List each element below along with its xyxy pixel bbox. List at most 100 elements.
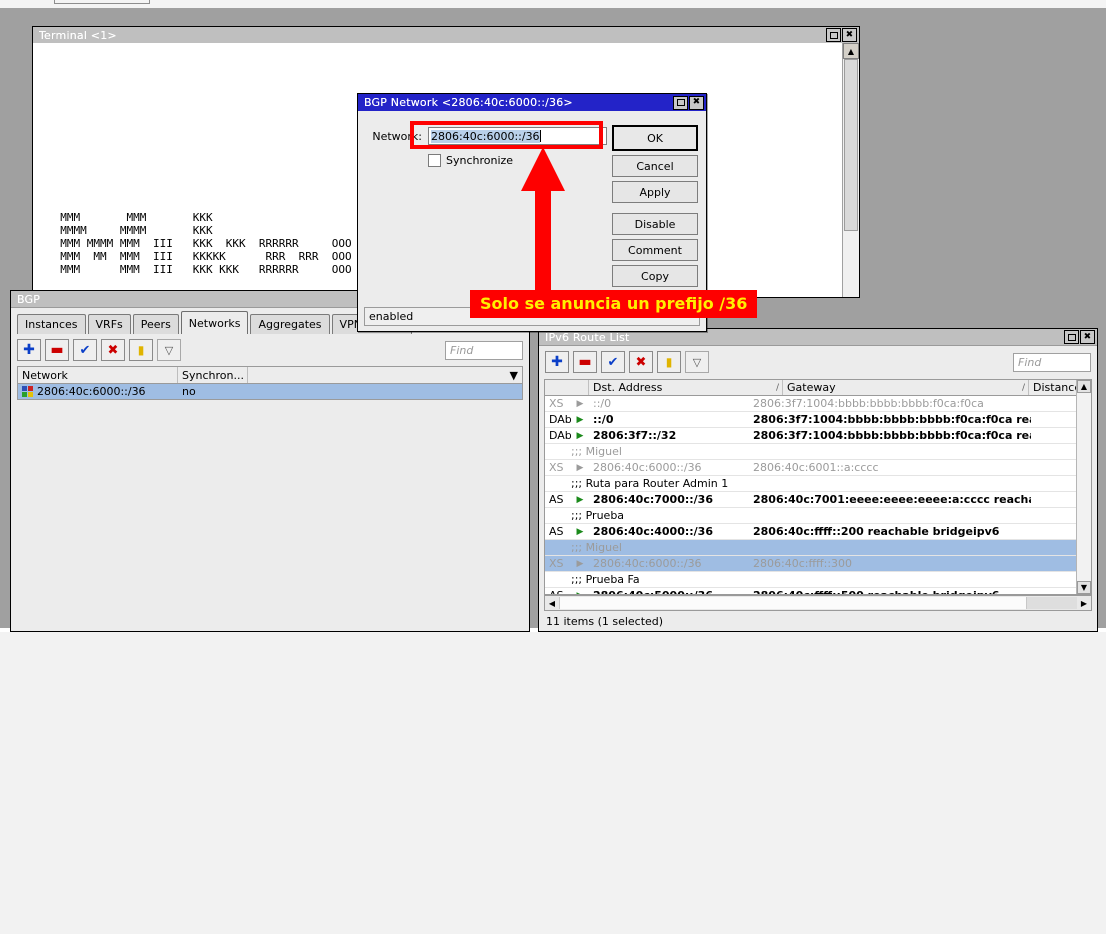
comment-text: ;;; Prueba [545, 509, 1091, 522]
column-synchronize[interactable]: Synchron... [178, 367, 248, 383]
ipv6-vertical-scrollbar[interactable]: ▲ ▼ [1076, 380, 1091, 594]
column-distance[interactable]: Distance [1029, 380, 1075, 395]
cell-dst-address: 2806:3f7::/32 [589, 429, 749, 442]
cell-dst-address: ::/0 [589, 397, 749, 410]
scroll-left-icon[interactable]: ◀ [545, 597, 559, 609]
comment-row[interactable]: ;;; Miguel [545, 540, 1091, 556]
annotation-arrow [520, 147, 566, 295]
cell-gateway: 2806:40c:ffff::200 reachable bridgeipv6 [749, 525, 1031, 538]
network-input-value: 2806:40c:6000::/36 [431, 130, 540, 143]
bgp-grid-header: Network Synchron... ▼ [18, 367, 522, 384]
terminal-scrollbar[interactable]: ▲ [842, 43, 859, 297]
route-arrow-icon: ▶ [571, 431, 589, 441]
comment-row[interactable]: ;;; Miguel [545, 444, 1091, 460]
dialog-button-column[interactable]: OK Cancel Apply Disable Comment Copy [612, 125, 698, 313]
scroll-up-icon[interactable]: ▲ [843, 43, 859, 59]
comment-icon[interactable]: ▮ [129, 339, 153, 361]
route-arrow-icon: ▶ [571, 463, 589, 473]
route-arrow-icon: ▶ [571, 527, 589, 537]
terminal-scroll-thumb[interactable] [844, 59, 858, 231]
cell-gateway: 2806:3f7:1004:bbbb:bbbb:bbbb:f0ca:f0ca r… [749, 413, 1031, 426]
terminal-title: Terminal <1> [39, 29, 826, 42]
filter-icon[interactable]: ▽ [157, 339, 181, 361]
ipv6-horizontal-scrollbar[interactable]: ◀ ▶ [544, 595, 1092, 611]
cell-flags: XS [545, 397, 571, 410]
ipv6-status-bar: 11 items (1 selected) [544, 613, 1092, 629]
dialog-titlebar[interactable]: BGP Network <2806:40c:6000::/36> ✖ [358, 94, 706, 111]
column-menu-icon[interactable]: ▼ [248, 367, 522, 383]
table-row[interactable]: DAb▶2806:3f7::/322806:3f7:1004:bbbb:bbbb… [545, 428, 1091, 444]
disable-icon[interactable]: ✖ [101, 339, 125, 361]
close-icon[interactable]: ✖ [1080, 330, 1095, 344]
add-icon[interactable]: ✚ [17, 339, 41, 361]
comment-icon[interactable]: ▮ [657, 351, 681, 373]
cell-gateway: 2806:3f7:1004:bbbb:bbbb:bbbb:f0ca:f0ca r… [749, 429, 1031, 442]
bgp-window[interactable]: BGP Instances VRFs Peers Networks Aggreg… [10, 290, 530, 632]
comment-row[interactable]: ;;; Prueba Fa [545, 572, 1091, 588]
comment-row[interactable]: ;;; Prueba [545, 508, 1091, 524]
ok-button[interactable]: OK [612, 125, 698, 151]
scroll-up-icon[interactable]: ▲ [1077, 380, 1091, 393]
disable-button[interactable]: Disable [612, 213, 698, 235]
tab-peers[interactable]: Peers [133, 314, 179, 334]
column-gateway[interactable]: Gateway/ [783, 380, 1029, 395]
annotation-label: Solo se anuncia un prefijo /36 [470, 290, 757, 318]
column-flags[interactable] [545, 380, 589, 395]
synchronize-checkbox[interactable] [428, 154, 441, 167]
ipv6-route-grid[interactable]: Dst. Address/ Gateway/ Distance ▼ XS▶::/… [544, 379, 1092, 595]
network-input[interactable]: 2806:40c:6000::/36 [428, 127, 607, 145]
cell-flags: XS [545, 557, 571, 570]
table-row[interactable]: AS▶2806:40c:4000::/362806:40c:ffff::200 … [545, 524, 1091, 540]
column-network[interactable]: Network [18, 367, 178, 383]
close-icon[interactable]: ✖ [842, 28, 857, 42]
terminal-titlebar[interactable]: Terminal <1> ✖ [33, 27, 859, 44]
comment-row[interactable]: ;;; Ruta para Router Admin 1 [545, 476, 1091, 492]
cell-flags: DAb [545, 413, 571, 426]
cell-dst-address: 2806:40c:4000::/36 [589, 525, 749, 538]
tab-instances[interactable]: Instances [17, 314, 86, 334]
ipv6-title: IPv6 Route List [545, 331, 1064, 344]
table-row[interactable]: XS▶2806:40c:6000::/362806:40c:6001::a:cc… [545, 460, 1091, 476]
ipv6-route-list-window[interactable]: IPv6 Route List ✖ ✚ ▬ ✔ ✖ ▮ ▽ Find Dst. … [538, 328, 1098, 632]
table-row[interactable]: 2806:40c:6000::/36 no [18, 384, 522, 399]
table-row[interactable]: XS▶2806:40c:6000::/362806:40c:ffff::300 [545, 556, 1091, 572]
ipv6-toolbar[interactable]: ✚ ▬ ✔ ✖ ▮ ▽ Find [539, 346, 1097, 378]
bgp-networks-grid[interactable]: Network Synchron... ▼ 2806:40c:6000::/36… [17, 366, 523, 400]
comment-text: ;;; Miguel [545, 445, 1091, 458]
enable-icon[interactable]: ✔ [601, 351, 625, 373]
tab-networks[interactable]: Networks [181, 311, 249, 334]
filter-icon[interactable]: ▽ [685, 351, 709, 373]
tab-vrfs[interactable]: VRFs [88, 314, 131, 334]
scroll-right-icon[interactable]: ▶ [1077, 597, 1091, 609]
hscroll-track[interactable] [559, 597, 1027, 609]
remove-icon[interactable]: ▬ [573, 351, 597, 373]
route-arrow-icon: ▶ [571, 415, 589, 425]
maximize-icon[interactable] [1064, 330, 1079, 344]
maximize-icon[interactable] [673, 96, 688, 110]
synchronize-row[interactable]: Synchronize [428, 154, 513, 167]
cell-dst-address: 2806:40c:6000::/36 [589, 557, 749, 570]
column-dst-address[interactable]: Dst. Address/ [589, 380, 783, 395]
tab-aggregates[interactable]: Aggregates [250, 314, 329, 334]
table-row[interactable]: AS▶2806:40c:7000::/362806:40c:7001:eeee:… [545, 492, 1091, 508]
scroll-down-icon[interactable]: ▼ [1077, 581, 1091, 594]
copy-button[interactable]: Copy [612, 265, 698, 287]
close-icon[interactable]: ✖ [689, 96, 704, 110]
comment-button[interactable]: Comment [612, 239, 698, 261]
enable-icon[interactable]: ✔ [73, 339, 97, 361]
search-input[interactable]: Find [1013, 353, 1091, 372]
cancel-button[interactable]: Cancel [612, 155, 698, 177]
table-row[interactable]: AS▶2806:40c:5000::/362806:40c:ffff::500 … [545, 588, 1091, 595]
ipv6-route-rows[interactable]: XS▶::/02806:3f7:1004:bbbb:bbbb:bbbb:f0ca… [545, 396, 1091, 595]
cell-flags: DAb [545, 429, 571, 442]
apply-button[interactable]: Apply [612, 181, 698, 203]
table-row[interactable]: XS▶::/02806:3f7:1004:bbbb:bbbb:bbbb:f0ca… [545, 396, 1091, 412]
disable-icon[interactable]: ✖ [629, 351, 653, 373]
add-icon[interactable]: ✚ [545, 351, 569, 373]
remove-icon[interactable]: ▬ [45, 339, 69, 361]
maximize-icon[interactable] [826, 28, 841, 42]
table-row[interactable]: DAb▶::/02806:3f7:1004:bbbb:bbbb:bbbb:f0c… [545, 412, 1091, 428]
bgp-toolbar[interactable]: ✚ ▬ ✔ ✖ ▮ ▽ Find [11, 334, 529, 366]
search-input[interactable]: Find [445, 341, 523, 360]
background-window-sliver [54, 0, 150, 4]
